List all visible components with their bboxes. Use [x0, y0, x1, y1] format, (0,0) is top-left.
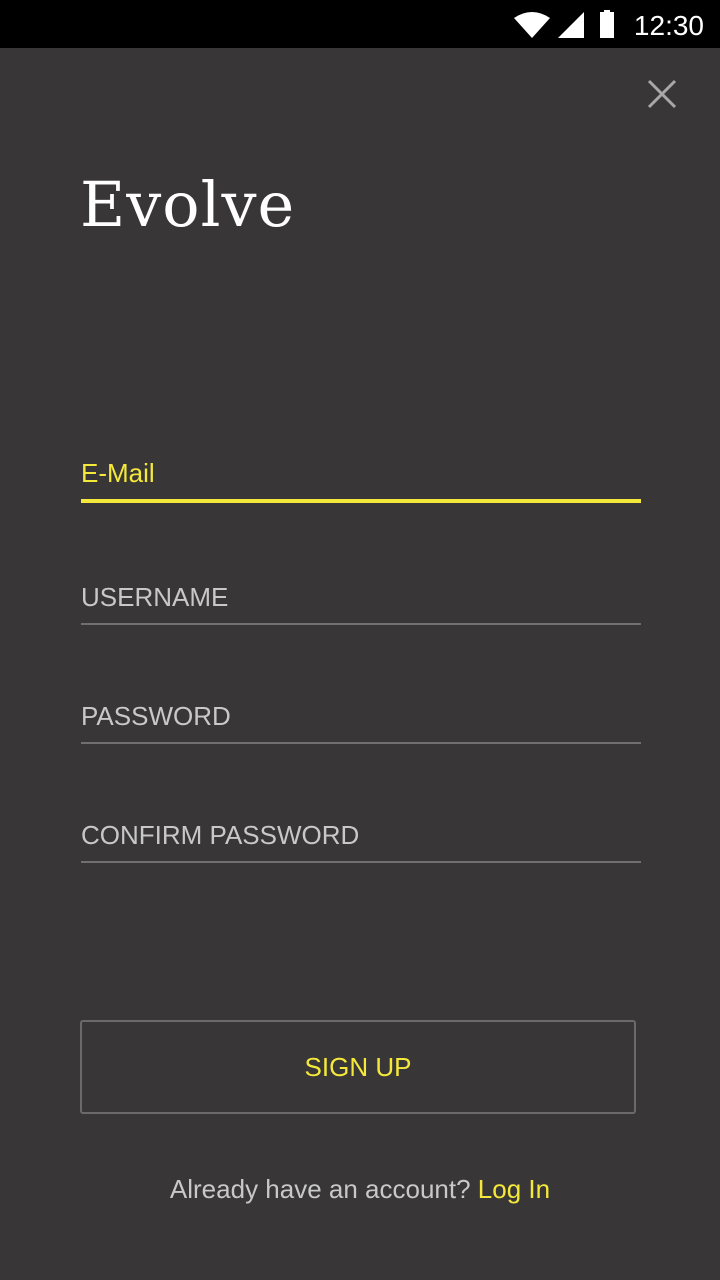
email-field[interactable] — [81, 458, 641, 503]
confirm-password-input[interactable] — [81, 820, 641, 861]
login-prompt: Already have an account? Log In — [0, 1174, 720, 1205]
wifi-icon — [514, 12, 550, 38]
battery-icon — [600, 12, 614, 38]
password-field[interactable] — [81, 701, 641, 744]
login-link[interactable]: Log In — [478, 1174, 550, 1204]
status-bar: 12:30 — [0, 0, 720, 48]
clock: 12:30 — [633, 10, 704, 41]
footer-text: Already have an account? — [169, 1174, 471, 1204]
confirm-password-field[interactable] — [81, 820, 641, 863]
username-input[interactable] — [81, 582, 641, 623]
status-icons — [514, 10, 614, 38]
sign-up-button[interactable]: SIGN UP — [80, 1020, 636, 1114]
signal-icon — [558, 12, 584, 38]
email-input[interactable] — [81, 458, 641, 499]
password-input[interactable] — [81, 701, 641, 742]
username-field[interactable] — [81, 582, 641, 625]
close-icon[interactable] — [644, 76, 680, 112]
app-logo: Evolve — [80, 168, 296, 241]
